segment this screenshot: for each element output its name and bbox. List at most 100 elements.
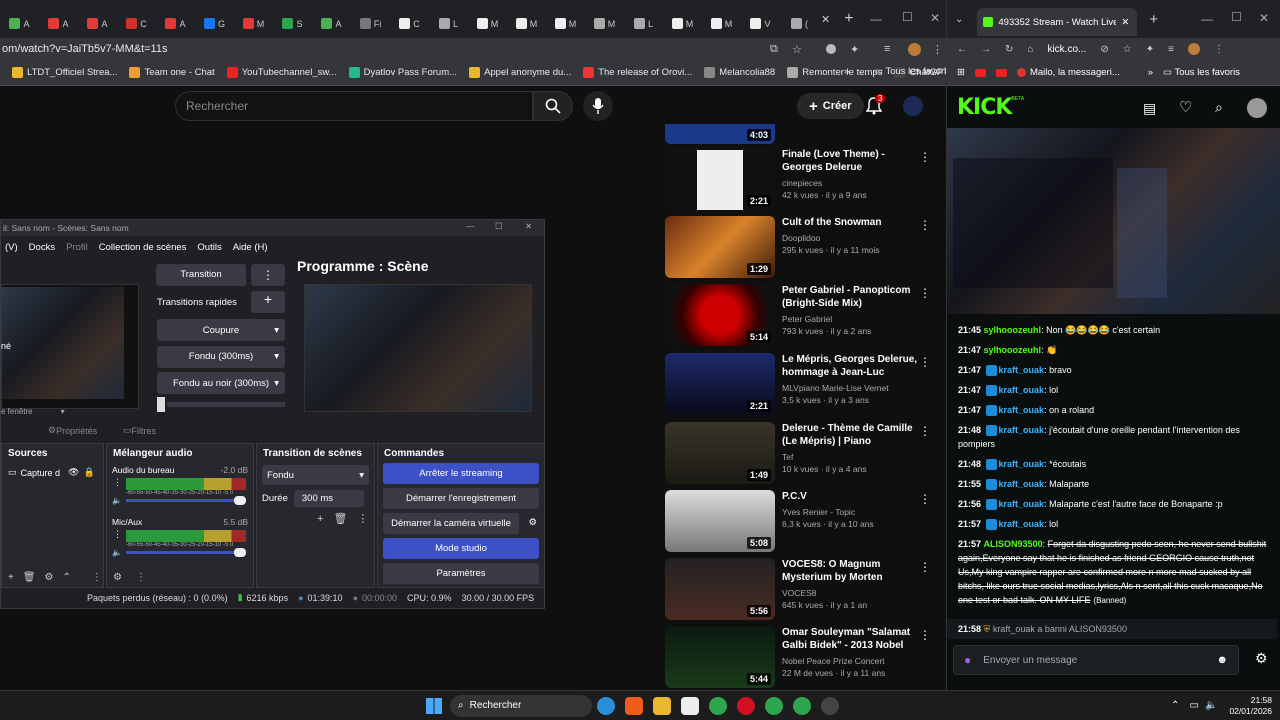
menu-icon[interactable]: ⋮ xyxy=(932,43,943,56)
delete-source-icon[interactable]: 🗑 xyxy=(23,572,36,583)
video-channel[interactable]: Yves Renier - Topic xyxy=(782,506,922,518)
properties-button[interactable]: ⚙ Propriétés xyxy=(48,425,97,436)
chat-username[interactable]: kraft_ouak xyxy=(999,459,1045,469)
video-item[interactable]: 1:49 Delerue - Thème de Camille (Le Mépri… xyxy=(665,422,945,486)
reload-icon[interactable]: ↻ xyxy=(1005,44,1013,55)
obs-menu-item[interactable]: Outils xyxy=(197,242,221,253)
video-title[interactable]: Le Mépris, Georges Delerue, hommage à Je… xyxy=(782,353,922,379)
star-icon[interactable]: ☆ xyxy=(1123,44,1132,55)
add-transition-icon[interactable]: + xyxy=(317,513,323,525)
window-source-selector[interactable]: e fenêtre ▾ xyxy=(1,407,65,416)
video-channel[interactable]: Nobel Peace Prize Concert xyxy=(782,655,922,667)
mic-button[interactable] xyxy=(583,91,613,121)
transition-button[interactable]: Transition xyxy=(156,264,246,286)
chrome-icon[interactable] xyxy=(709,696,727,715)
browser-tab[interactable]: A xyxy=(314,14,349,34)
bookmark-item[interactable]: The release of Orovi... xyxy=(583,67,692,78)
transition-select[interactable]: Fondu ▾ xyxy=(262,465,369,485)
quick-transition-item[interactable]: Fondu au noir (300ms) ▾ xyxy=(157,372,285,394)
video-title[interactable]: P.C.V xyxy=(782,490,922,503)
obs-menu-item[interactable]: Aide (H) xyxy=(233,242,268,253)
user-avatar[interactable] xyxy=(1247,98,1267,118)
browse-icon[interactable]: ▤ xyxy=(1143,100,1156,117)
search-button[interactable] xyxy=(533,91,573,121)
duration-spinbox[interactable]: 300 ms xyxy=(293,490,364,507)
profile-avatar[interactable] xyxy=(1187,43,1200,55)
video-channel[interactable]: MLVpiano Marie-Lise Vernet xyxy=(782,382,922,394)
video-thumbnail[interactable]: 5:44 xyxy=(665,626,775,688)
browser-tab[interactable]: M xyxy=(470,14,505,34)
emoji-icon[interactable]: ☻ xyxy=(1216,654,1228,666)
browser-tab[interactable]: M xyxy=(665,14,700,34)
video-item[interactable]: 5:14 Peter Gabriel - Panopticom (Bright-S… xyxy=(665,284,945,348)
volume-slider[interactable] xyxy=(125,548,246,557)
microphone-icon[interactable]: ● xyxy=(964,653,971,667)
add-quick-transition-button[interactable]: + xyxy=(251,291,285,313)
browser-tab[interactable]: M xyxy=(509,14,544,34)
bookmark-item[interactable]: LTDT_Officiel Strea... xyxy=(12,67,117,78)
minimize-icon[interactable]: — xyxy=(870,12,882,26)
speaker-icon[interactable]: 🔈 xyxy=(112,496,122,505)
close-tab-icon[interactable]: ✕ xyxy=(821,13,830,26)
network-icon[interactable]: ▭ xyxy=(1190,700,1199,711)
chat-username[interactable]: kraft_ouak xyxy=(999,499,1045,509)
browser-tab[interactable]: S xyxy=(275,14,310,34)
browser-tab[interactable]: A xyxy=(41,14,76,34)
brave-icon[interactable] xyxy=(625,696,643,715)
video-thumbnail[interactable]: 4:03 xyxy=(665,124,775,144)
more-icon[interactable]: ⋮ xyxy=(919,492,931,506)
browser-tab[interactable]: L xyxy=(626,14,661,34)
menu-icon[interactable]: ⋮ xyxy=(1214,44,1224,55)
source-settings-icon[interactable]: ⚙ xyxy=(45,572,54,583)
account-avatar[interactable] xyxy=(903,96,923,116)
chevron-down-icon[interactable]: ▾ xyxy=(274,378,279,389)
puzzle-icon[interactable]: ✦ xyxy=(1146,44,1154,55)
kick-logo[interactable]: KICK xyxy=(957,95,1012,120)
video-title[interactable]: Finale (Love Theme) - Georges Delerue xyxy=(782,148,922,174)
lock-icon[interactable]: 🔒 xyxy=(83,467,94,478)
tray-chevron-icon[interactable]: ⌃ xyxy=(1171,700,1179,711)
obs-close-icon[interactable]: ✕ xyxy=(525,221,532,232)
new-tab-button[interactable]: + xyxy=(844,10,853,28)
start-icon[interactable] xyxy=(426,697,442,714)
video-thumbnail[interactable]: 2:21 xyxy=(665,353,775,415)
video-item[interactable]: 5:08 P.C.V Yves Renier - Topic 6,3 k vues ·… xyxy=(665,490,945,554)
browser-tab[interactable]: L xyxy=(431,14,466,34)
obs-menu-item[interactable]: Profil xyxy=(66,242,88,253)
video-item[interactable]: 2:21 Le Mépris, Georges Delerue, hommage … xyxy=(665,353,945,417)
eye-icon[interactable]: 👁 xyxy=(68,467,79,478)
chat-username[interactable]: kraft_ouak xyxy=(999,519,1045,529)
app-icon[interactable] xyxy=(681,696,699,715)
chat-username[interactable]: kraft_ouak xyxy=(999,405,1045,415)
chat-input[interactable]: Envoyer un message xyxy=(983,655,1077,666)
extension-icon[interactable] xyxy=(826,44,836,54)
command-button[interactable]: Paramètres xyxy=(383,563,539,584)
more-icon[interactable]: ⋮ xyxy=(919,150,931,164)
address-bar[interactable]: om/watch?v=JaiTb5v7-MM&t=11s ⧉ ☆ ✦ ≡ ⋮ xyxy=(0,38,946,60)
maximize-icon[interactable]: ☐ xyxy=(1231,10,1242,24)
stream-player[interactable] xyxy=(947,128,1280,314)
chrome-icon[interactable] xyxy=(765,696,783,715)
browser-tab[interactable]: G xyxy=(197,14,232,34)
video-item[interactable]: 2:21 Finale (Love Theme) - Georges Deleru… xyxy=(665,148,945,212)
browser-tab[interactable]: M xyxy=(587,14,622,34)
video-thumbnail[interactable]: 1:49 xyxy=(665,422,775,484)
taskbar-search[interactable]: ⌕ Rechercher xyxy=(450,694,592,717)
video-channel[interactable]: Tef xyxy=(782,451,922,463)
mixer-settings-icon[interactable]: ⚙ xyxy=(113,572,122,583)
obs-menu-item[interactable]: Collection de scènes xyxy=(99,242,187,253)
apps-icon[interactable]: ⊞ xyxy=(957,67,965,78)
eye-off-icon[interactable]: ⊘ xyxy=(1100,44,1108,55)
volume-handle[interactable] xyxy=(233,496,246,505)
browser-tab[interactable]: M xyxy=(548,14,583,34)
chat-username[interactable]: kraft_ouak xyxy=(999,365,1045,375)
all-favorites-folder[interactable]: ▭ Tous les favoris xyxy=(874,66,951,77)
more-icon[interactable]: ⋮ xyxy=(919,286,931,300)
chat-username[interactable]: sylhooozeuhl xyxy=(984,345,1042,355)
media-icon[interactable]: ≡ xyxy=(884,43,890,55)
chevron-down-icon[interactable]: ▾ xyxy=(274,351,279,362)
command-button[interactable]: Démarrer l'enregistrement xyxy=(383,488,539,509)
video-title[interactable]: VOCES8: O Magnum Mysterium by Morten Lau… xyxy=(782,558,922,584)
cast-icon[interactable]: ⧉ xyxy=(770,43,778,56)
source-item[interactable]: ▭ Capture d 👁 🔒 xyxy=(2,463,103,482)
